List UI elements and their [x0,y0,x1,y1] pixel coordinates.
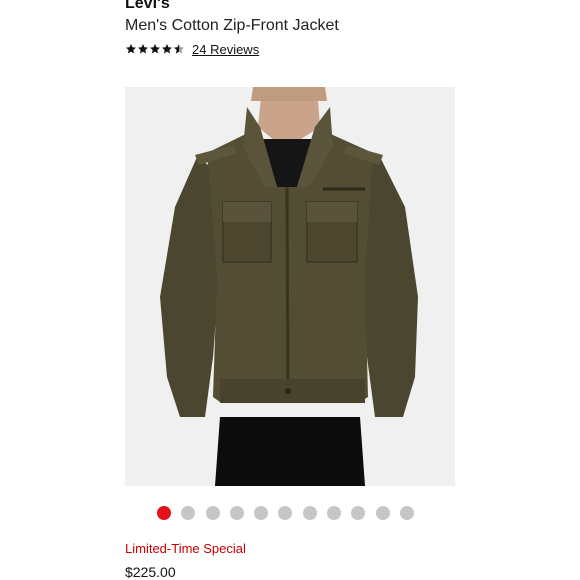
promo-label: Limited-Time Special [125,541,246,556]
image-carousel-dots [157,506,424,520]
price: $225.00 [125,564,176,580]
carousel-dot[interactable] [205,506,220,520]
star-icon [162,44,172,54]
half-star-icon [174,44,184,54]
jacket-photo-illustration [125,87,455,486]
carousel-dot[interactable] [375,506,390,520]
rating-row: 24 Reviews [125,40,259,58]
star-icon [150,44,160,54]
carousel-dot[interactable] [278,506,293,520]
carousel-dot[interactable] [302,506,317,520]
carousel-dot[interactable] [181,506,196,520]
carousel-dot[interactable] [351,506,366,520]
carousel-dot[interactable] [327,506,342,520]
star-rating [125,43,185,55]
carousel-dot[interactable] [254,506,269,520]
brand-name[interactable]: Levi's [125,0,170,13]
jacket-photo[interactable] [125,87,455,486]
carousel-dot[interactable] [157,506,171,520]
product-page: Levi's Men's Cotton Zip-Front Jacket 24 … [0,0,580,580]
carousel-dot[interactable] [229,506,244,520]
product-title: Men's Cotton Zip-Front Jacket [125,17,339,34]
reviews-link[interactable]: 24 Reviews [192,42,259,57]
carousel-dot[interactable] [399,506,414,520]
star-icon [138,44,148,54]
star-icon [126,44,136,54]
